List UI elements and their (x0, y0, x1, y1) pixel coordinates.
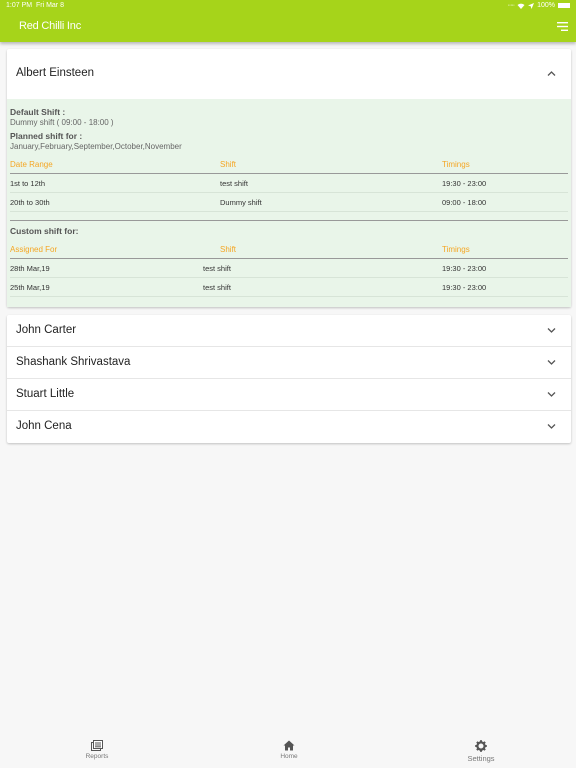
section-divider (10, 220, 568, 221)
employee-name: John Cena (16, 420, 72, 432)
col-timings: Timings (442, 245, 470, 254)
status-bar: 1:07 PM Fri Mar 8 ····· 100% (0, 0, 576, 11)
cell-timings: 09:00 - 18:00 (442, 197, 487, 207)
app-title: Red Chilli Inc (19, 20, 82, 32)
tab-settings[interactable]: Settings (451, 740, 511, 763)
table-row: 25th Mar,19 test shift 19:30 - 23:00 (10, 278, 568, 297)
status-time: 1:07 PM Fri Mar 8 (6, 2, 64, 9)
tab-reports[interactable]: Reports (67, 740, 127, 760)
chevron-up-icon[interactable] (547, 70, 556, 77)
cell-shift: test shift (203, 282, 231, 292)
tab-home-label: Home (280, 753, 298, 760)
employee-list: Albert Einsteen Default Shift : Dummy sh… (7, 49, 571, 443)
status-date-text: Fri Mar 8 (35, 2, 64, 9)
default-shift-label: Default Shift : (10, 107, 66, 117)
shift-details: Default Shift : Dummy shift ( 09:00 - 18… (7, 99, 571, 307)
wifi-icon (517, 3, 525, 9)
table-row: 20th to 30th Dummy shift 09:00 - 18:00 (10, 193, 568, 212)
table-row: 1st to 12th test shift 19:30 - 23:00 (10, 174, 568, 193)
chevron-down-icon[interactable] (547, 359, 556, 366)
tab-settings-label: Settings (467, 754, 495, 763)
battery-percent: 100% (537, 2, 555, 9)
bottom-tab-bar: Reports Home Settings (0, 736, 576, 768)
app-bar: 1:07 PM Fri Mar 8 ····· 100% Red Chilli … (0, 0, 576, 42)
chevron-down-icon[interactable] (547, 391, 556, 398)
col-shift: Shift (220, 160, 237, 169)
location-icon (528, 2, 535, 9)
employee-header-john-cena[interactable]: John Cena (7, 411, 571, 443)
cell-timings: 19:30 - 23:00 (442, 282, 487, 292)
employee-header-shashank-shrivastava[interactable]: Shashank Shrivastava (7, 347, 571, 379)
employee-header-stuart-little[interactable]: Stuart Little (7, 379, 571, 411)
reports-icon (91, 740, 103, 751)
cell-shift: Dummy shift (220, 197, 262, 207)
cell-timings: 19:30 - 23:00 (442, 178, 487, 188)
employee-name: Stuart Little (16, 388, 75, 400)
planned-shift-months: January,February,September,October,Novem… (10, 142, 182, 151)
table-row: 28th Mar,19 test shift 19:30 - 23:00 (10, 259, 568, 278)
col-shift: Shift (220, 245, 237, 254)
employee-name: Albert Einsteen (16, 67, 94, 79)
col-date-range: Date Range (10, 160, 53, 169)
employee-header-john-carter[interactable]: John Carter (7, 315, 571, 347)
cell-date-range: 20th to 30th (10, 197, 50, 207)
employee-card-group: John Carter Shashank Shrivastava Stuart … (7, 315, 571, 443)
cell-shift: test shift (203, 263, 231, 273)
signal-dots-icon: ····· (507, 2, 515, 9)
chevron-down-icon[interactable] (547, 327, 556, 334)
cell-assigned-for: 28th Mar,19 (10, 263, 50, 273)
planned-table-header: Date Range Shift Timings (10, 156, 568, 174)
planned-shift-label: Planned shift for : (10, 131, 83, 141)
default-shift-value: Dummy shift ( 09:00 - 18:00 ) (10, 118, 114, 127)
tab-reports-label: Reports (85, 753, 109, 760)
employee-header-albert-einsteen[interactable]: Albert Einsteen (7, 49, 571, 99)
col-assigned-for: Assigned For (10, 245, 58, 254)
status-right: ····· 100% (507, 2, 570, 9)
col-timings: Timings (442, 160, 470, 169)
employee-card-expanded: Albert Einsteen Default Shift : Dummy sh… (7, 49, 571, 307)
employee-name: John Carter (16, 324, 77, 336)
cell-shift: test shift (220, 178, 248, 188)
battery-icon (558, 3, 570, 8)
home-icon (283, 740, 295, 751)
cell-timings: 19:30 - 23:00 (442, 263, 487, 273)
custom-shift-label: Custom shift for: (10, 226, 79, 236)
employee-name: Shashank Shrivastava (16, 356, 131, 368)
cell-assigned-for: 25th Mar,19 (10, 282, 50, 292)
status-time-text: 1:07 PM (6, 2, 33, 9)
cell-date-range: 1st to 12th (10, 178, 46, 188)
menu-icon[interactable] (557, 22, 568, 31)
chevron-down-icon[interactable] (547, 423, 556, 430)
settings-icon (475, 740, 487, 752)
tab-home[interactable]: Home (259, 740, 319, 760)
custom-table-header: Assigned For Shift Timings (10, 241, 568, 259)
